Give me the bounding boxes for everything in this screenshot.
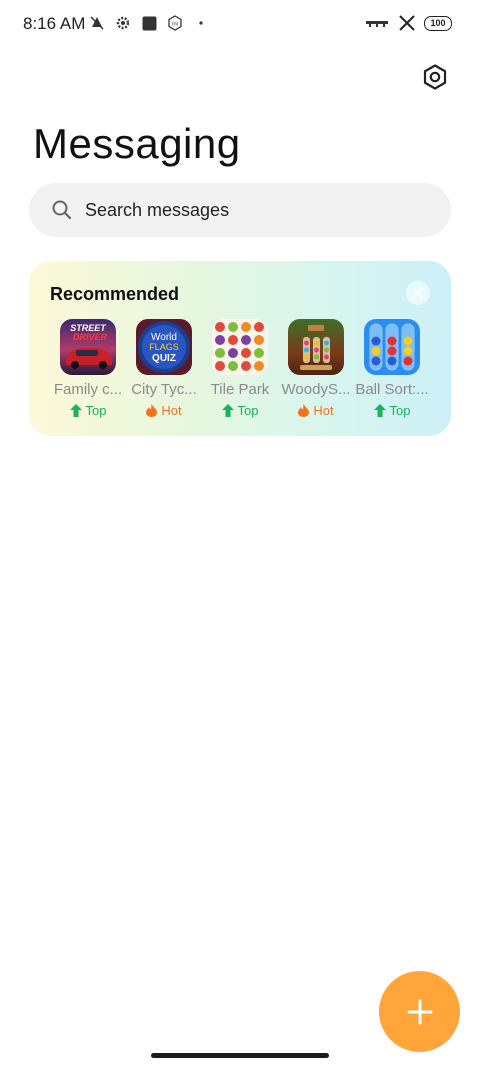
arrow-up-icon <box>373 404 386 417</box>
status-left-icons: mi <box>88 14 210 32</box>
app-name: WoodyS... <box>281 381 351 398</box>
world-flags-text-2: FLAGS <box>149 342 179 352</box>
svg-text:mi: mi <box>172 22 178 28</box>
close-icon <box>413 288 423 298</box>
app-item[interactable]: STREET DRIVER Family c... Top <box>50 319 126 418</box>
settings-hexagon-icon <box>423 64 447 90</box>
app-name: Tile Park <box>210 381 270 398</box>
badge-label: Top <box>85 403 107 418</box>
dot-icon <box>192 14 210 32</box>
app-item[interactable]: Ball Sort:... Top <box>354 319 430 418</box>
app-badge: Hot <box>126 403 202 418</box>
plus-icon <box>407 999 432 1024</box>
tile-park-app-icon <box>212 319 268 375</box>
signal-icon <box>366 14 390 32</box>
mi-icon: mi <box>166 14 184 32</box>
arrow-up-icon <box>69 404 82 417</box>
flame-icon <box>146 404 158 417</box>
status-time: 8:16 AM <box>23 14 86 33</box>
battery-icon: 100 <box>424 15 452 31</box>
search-icon <box>52 200 72 220</box>
badge-label: Hot <box>313 403 334 418</box>
page-title: Messaging <box>33 120 241 167</box>
no-wifi-icon <box>398 14 416 32</box>
badge-label: Top <box>389 403 411 418</box>
settings-button[interactable] <box>418 60 452 94</box>
app-item[interactable]: Tile Park Top <box>202 319 278 418</box>
flame-icon <box>298 404 310 417</box>
world-flags-text-3: QUIZ <box>152 353 176 364</box>
app-name: Family c... <box>53 381 123 398</box>
app-badge: Hot <box>278 403 354 418</box>
status-right-icons: 100 <box>366 14 452 32</box>
status-bar: 8:16 AM mi 100 <box>0 0 480 46</box>
notification-mute-icon <box>88 14 106 32</box>
woody-sort-app-icon <box>288 319 344 375</box>
close-recommended-button[interactable] <box>406 281 430 305</box>
street-driver-text-2: DRIVER <box>73 332 108 342</box>
badge-label: Top <box>237 403 259 418</box>
home-indicator[interactable] <box>151 1053 329 1058</box>
app-name: City Tyc... <box>131 381 197 398</box>
arrow-up-icon <box>221 404 234 417</box>
search-input[interactable]: Search messages <box>29 183 451 237</box>
app-badge: Top <box>50 403 126 418</box>
app-item[interactable]: WoodyS... Hot <box>278 319 354 418</box>
app-badge: Top <box>354 403 430 418</box>
new-message-button[interactable] <box>379 971 460 1052</box>
recommended-title: Recommended <box>50 284 180 304</box>
world-flags-quiz-app-icon: World FLAGS QUIZ <box>136 319 192 375</box>
search-placeholder: Search messages <box>85 199 230 220</box>
gear-icon <box>114 14 132 32</box>
ball-sort-app-icon <box>364 319 420 375</box>
app-name: Ball Sort:... <box>355 381 429 398</box>
app-item[interactable]: World FLAGS QUIZ City Tyc... Hot <box>126 319 202 418</box>
badge-label: Hot <box>161 403 182 418</box>
street-driver-app-icon: STREET DRIVER <box>60 319 116 375</box>
recommended-card: Recommended STREET DRIVER Family c... To… <box>29 261 451 436</box>
app-badge: Top <box>202 403 278 418</box>
square-app-icon <box>140 14 158 32</box>
recommended-apps: STREET DRIVER Family c... Top World FLAG… <box>29 319 451 429</box>
